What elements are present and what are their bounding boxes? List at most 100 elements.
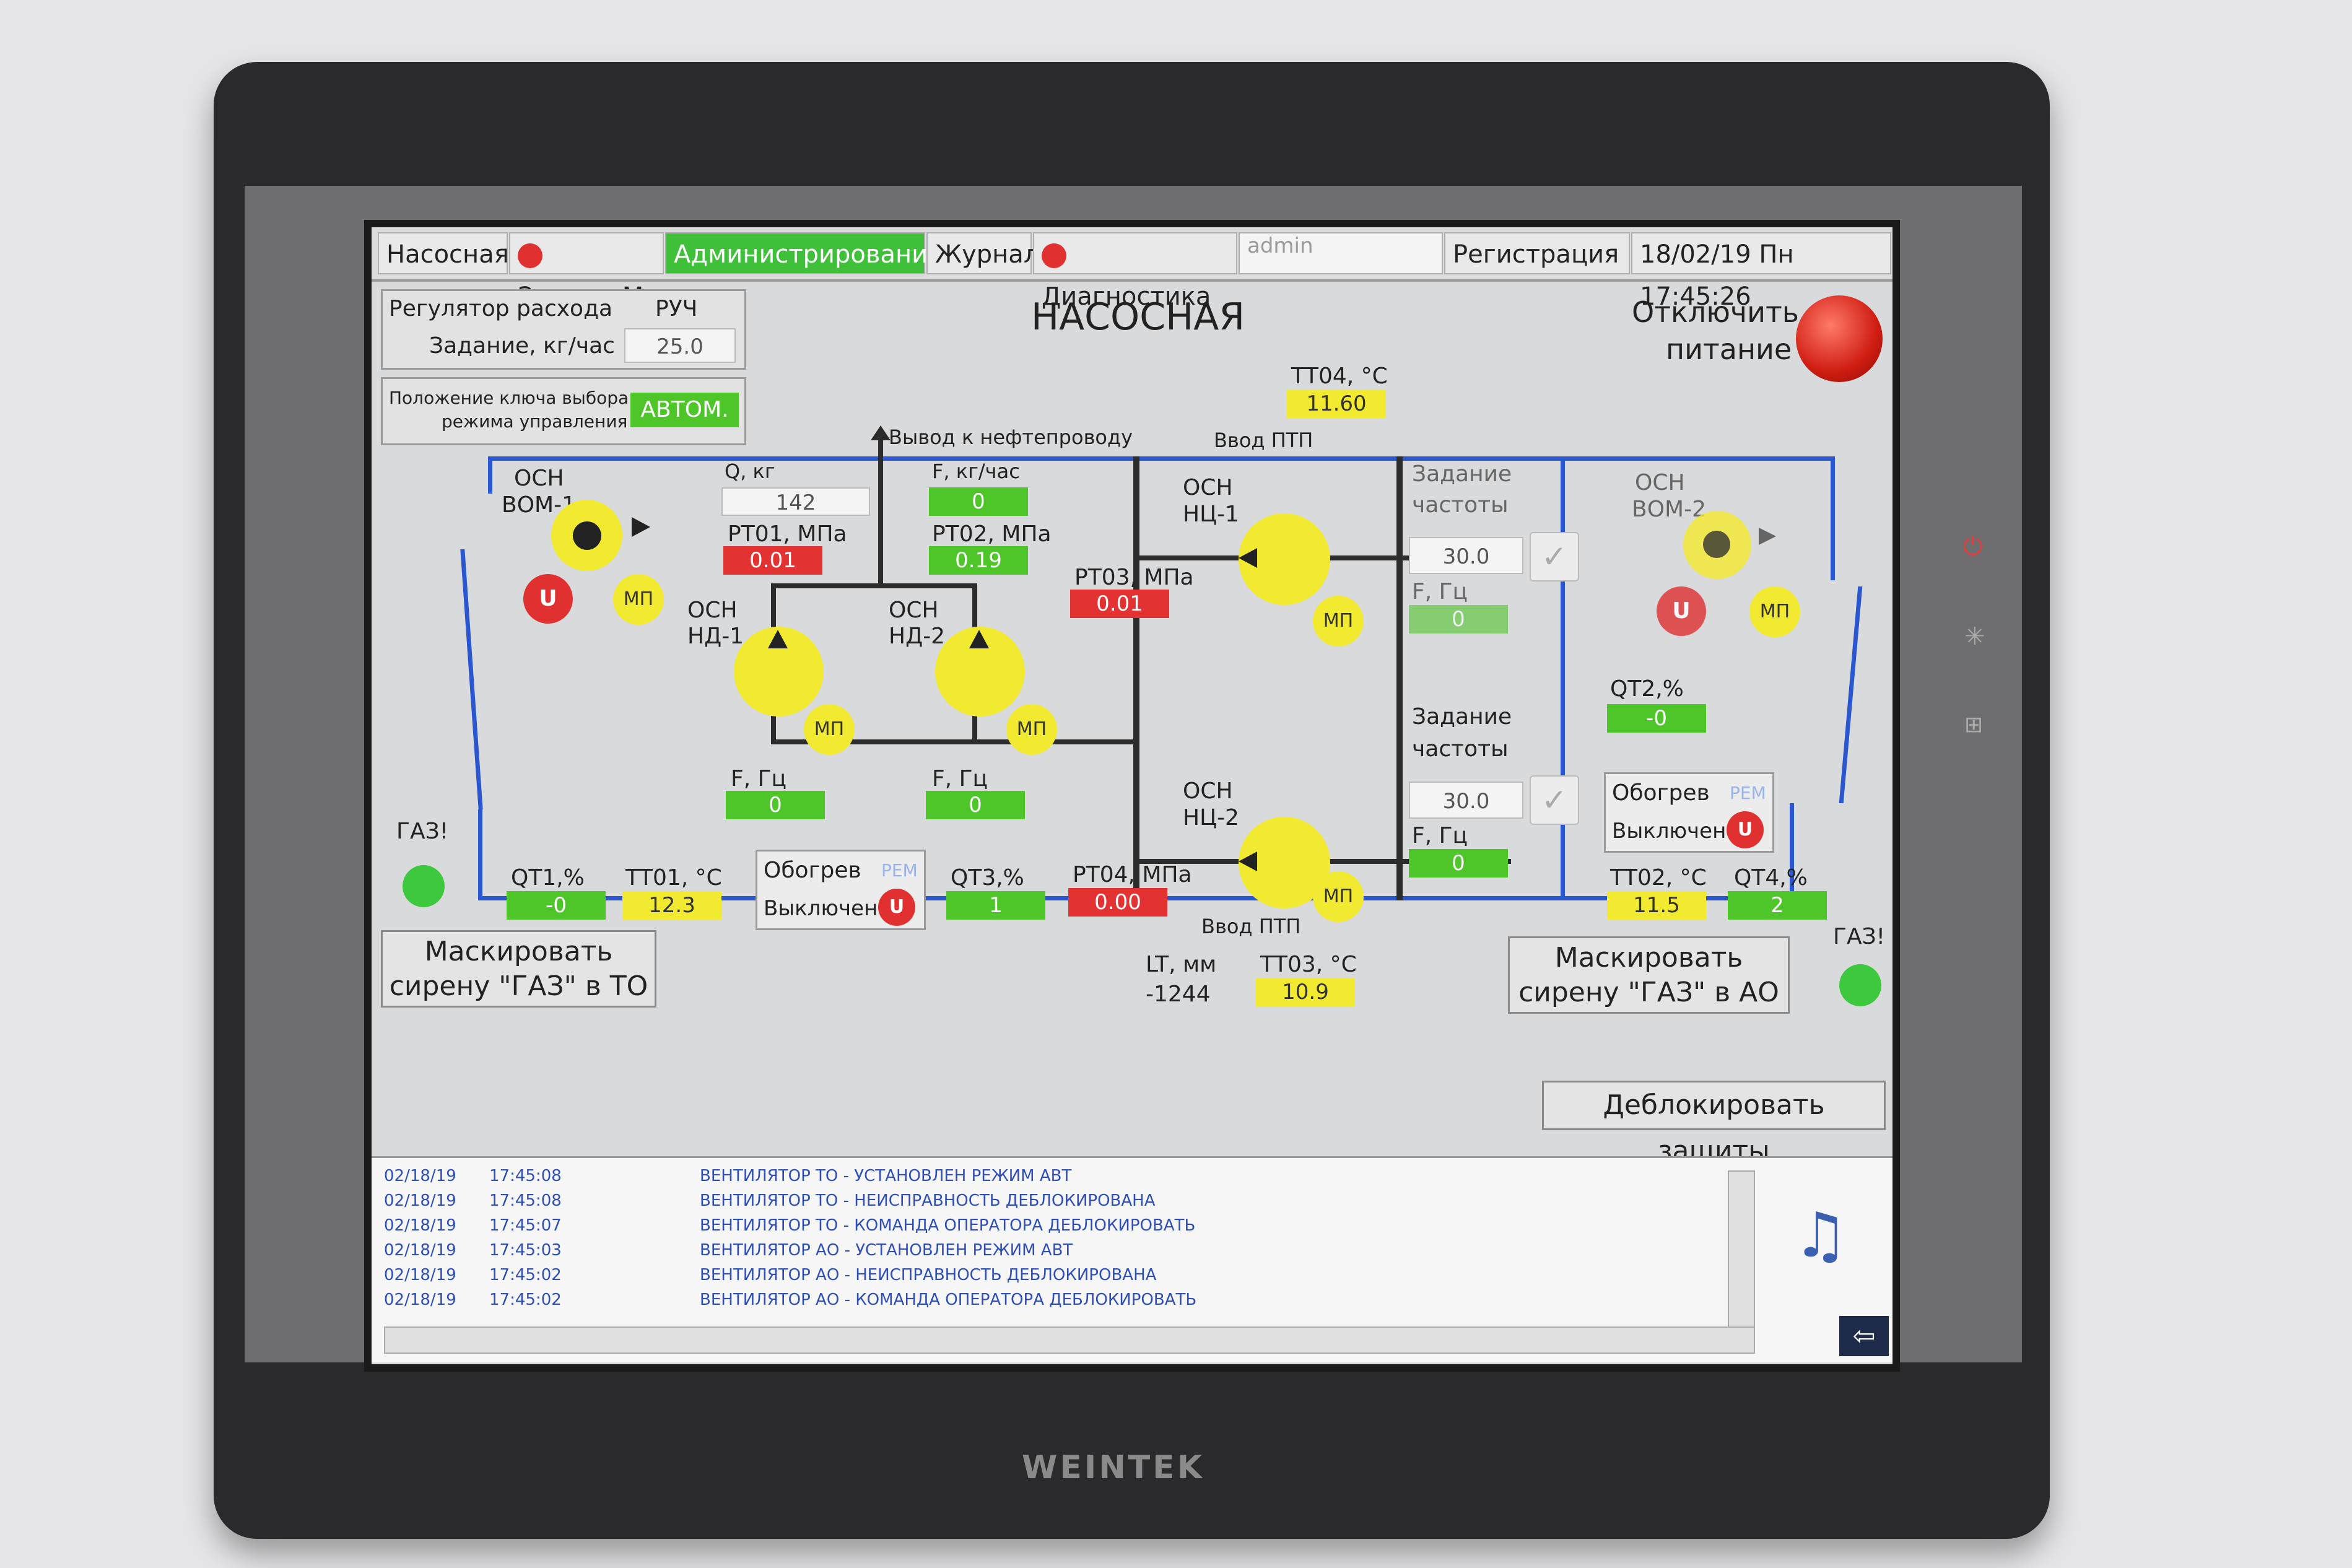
flow-regulator-label: Регулятор расхода — [389, 296, 613, 321]
vom2-u-button[interactable]: U — [1657, 586, 1706, 636]
pt01-label: РТ01, МПа — [728, 521, 847, 547]
heating-right-u-button[interactable]: U — [1727, 811, 1764, 848]
inlet-ptp-bottom-label: Ввод ПТП — [1201, 915, 1301, 938]
freq1-f-label: F, Гц — [1412, 579, 1468, 604]
power-off-button[interactable] — [1796, 295, 1883, 382]
alarm-indicator-icon — [518, 243, 542, 268]
heating-right-status: Выключен — [1612, 819, 1727, 843]
freq2-input[interactable]: 30.0 — [1409, 782, 1523, 819]
pipe-main-vertical — [1133, 456, 1139, 900]
pump-direction-icon — [1239, 548, 1257, 568]
log-row: 02/18/19 17:45:03 ВЕНТИЛЯТОР АО - УСТАНОВЛ… — [384, 1241, 1073, 1260]
qt4-value: 2 — [1728, 891, 1827, 920]
log-row: 02/18/19 17:45:07 ВЕНТИЛЯТОР ТО - КОМАНДА … — [384, 1216, 1196, 1235]
tt01-value: 12.3 — [622, 891, 721, 920]
tab-pump-room[interactable]: Насосная — [378, 232, 509, 274]
nc2-mp-indicator[interactable]: МП — [1313, 871, 1364, 922]
user-field: admin — [1239, 232, 1443, 274]
nc1-label: НЦ-1 — [1183, 502, 1239, 527]
nc1-mp-indicator[interactable]: МП — [1313, 596, 1364, 647]
unblock-protections-button[interactable]: Деблокировать защиты — [1542, 1081, 1886, 1167]
outlet-arrow-icon — [871, 425, 891, 440]
log-row: 02/18/19 17:45:02 ВЕНТИЛЯТОР АО - НЕИСПРАВ… — [384, 1266, 1157, 1284]
log-row: 02/18/19 17:45:08 ВЕНТИЛЯТОР ТО - НЕИСПРАВ… — [384, 1191, 1156, 1210]
setpoint-label: Задание, кг/час — [429, 333, 615, 359]
vom1-mp-indicator[interactable]: МП — [613, 574, 664, 625]
pt03-value: 0.01 — [1070, 590, 1169, 618]
freq1-input[interactable]: 30.0 — [1409, 537, 1523, 574]
pt02-value: 0.19 — [929, 546, 1028, 575]
heating-left-u-button[interactable]: U — [878, 889, 915, 926]
key-switch-label-2: режима управления — [442, 411, 628, 432]
fan-hub-icon — [1703, 531, 1730, 558]
pump-direction-icon — [1239, 852, 1257, 871]
heating-right-panel: Обогрев РЕМ Выключен U — [1604, 772, 1774, 853]
fan-direction-icon — [632, 517, 650, 537]
zone-border-right — [1839, 586, 1863, 803]
tab-diagnostics[interactable]: Диагностика — [1033, 232, 1237, 311]
brightness-icon: ✳ — [1964, 622, 1985, 651]
key-switch-panel: Положение ключа выбора режима управления… — [381, 377, 746, 445]
tab-bar: Насосная ЗащитыМ Администрирование Журна… — [372, 227, 1892, 311]
f-nd1-value: 0 — [726, 791, 825, 819]
freq2-confirm-check-icon[interactable]: ✓ — [1530, 775, 1579, 825]
gas-left-indicator — [403, 865, 445, 907]
qt2-label: QT2,% — [1610, 676, 1684, 702]
hmi-screen: Насосная ЗащитыМ Администрирование Журна… — [364, 220, 1900, 1372]
nd1-mp-indicator[interactable]: МП — [804, 704, 855, 755]
zone-border-right-top — [1831, 456, 1835, 580]
key-switch-label-1: Положение ключа выбора — [389, 388, 629, 408]
nc1-osn-label: ОСН — [1183, 475, 1233, 500]
log-horizontal-scrollbar[interactable] — [384, 1326, 1755, 1354]
q-kg-label: Q, кг — [725, 460, 775, 483]
log-row: 02/18/19 17:45:08 ВЕНТИЛЯТОР ТО - УСТАНОВЛ… — [384, 1167, 1072, 1185]
freq1-confirm-check-icon[interactable]: ✓ — [1530, 532, 1579, 581]
log-row: 02/18/19 17:45:02 ВЕНТИЛЯТОР АО - КОМАНДА … — [384, 1291, 1197, 1309]
vom2-mp-indicator[interactable]: МП — [1749, 586, 1800, 637]
fan-direction-icon — [1759, 528, 1776, 545]
vom1-u-button[interactable]: U — [523, 574, 573, 624]
f-nd2-label: F, Гц — [932, 766, 988, 791]
log-vertical-scrollbar[interactable] — [1728, 1170, 1755, 1328]
mask-ao-label-2: сирену "ГАЗ" в АО — [1518, 977, 1779, 1008]
key-switch-value: АВТОМ. — [630, 393, 739, 427]
pt04-value: 0.00 — [1068, 888, 1167, 917]
pump-direction-icon — [768, 630, 788, 648]
brand-logo: WEINTEK — [1022, 1449, 1205, 1486]
registration-button[interactable]: Регистрация — [1444, 232, 1630, 274]
qt3-value: 1 — [946, 891, 1045, 920]
qt3-label: QT3,% — [951, 865, 1024, 891]
setpoint-input[interactable]: 25.0 — [624, 328, 736, 363]
flow-regulator-panel: Регулятор расхода РУЧ Задание, кг/час 25… — [381, 289, 746, 370]
pump-direction-icon — [969, 630, 989, 648]
tt04-label: ТТ04, °С — [1291, 364, 1388, 389]
freq2-f-value: 0 — [1409, 849, 1508, 878]
tab-protections[interactable]: ЗащитыМ — [509, 232, 664, 311]
gas-left-label: ГАЗ! — [396, 819, 449, 844]
nd2-mp-indicator[interactable]: МП — [1006, 704, 1057, 755]
mask-siren-to-button[interactable]: Маскировать сирену "ГАЗ" в ТО — [381, 930, 656, 1008]
tab-journal[interactable]: Журнал — [926, 232, 1039, 274]
f-nd2-value: 0 — [926, 791, 1025, 819]
heating-left-label: Обогрев — [764, 858, 861, 883]
page-title: НАСОСНАЯ — [1031, 295, 1245, 339]
heating-left-rem: РЕМ — [881, 860, 918, 881]
tab-admin[interactable]: Администрирование — [665, 232, 943, 274]
qt1-value: -0 — [507, 891, 606, 920]
power-off-label-2: питание — [1666, 333, 1792, 366]
fan-hub-icon — [573, 521, 601, 550]
lt-value: -1244 — [1146, 982, 1211, 1007]
mask-siren-ao-button[interactable]: Маскировать сирену "ГАЗ" в АО — [1508, 936, 1790, 1014]
gas-right-label: ГАЗ! — [1833, 924, 1886, 949]
nd1-osn-label: ОСН — [687, 598, 738, 623]
network-icon: ⊞ — [1964, 712, 1984, 738]
back-arrow-icon[interactable]: ⇦ — [1839, 1316, 1889, 1356]
sound-icon[interactable]: ♫ — [1780, 1195, 1861, 1276]
f-kgh-label: F, кг/час — [932, 460, 1020, 483]
qt1-label: QT1,% — [511, 865, 585, 891]
freq2-f-label: F, Гц — [1412, 823, 1468, 848]
pipe-nc1-in — [1133, 555, 1245, 560]
inlet-ptp-top-label: Ввод ПТП — [1214, 429, 1313, 452]
flow-regulator-mode: РУЧ — [655, 296, 698, 321]
pt03-label: РТ03, МПа — [1074, 565, 1194, 590]
